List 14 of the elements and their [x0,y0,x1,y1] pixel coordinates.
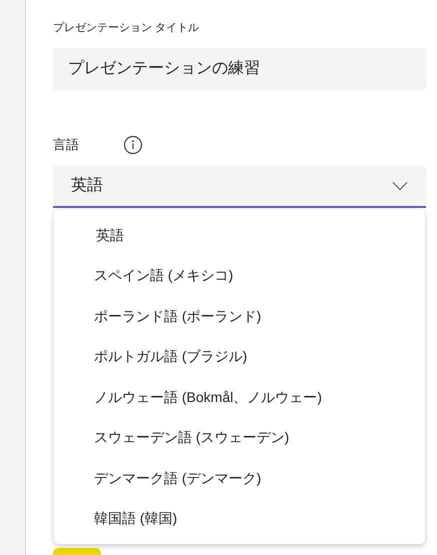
language-option[interactable]: デンマーク語 (デンマーク) [54,458,425,498]
info-icon[interactable] [123,134,143,154]
field-label: 言語 [53,136,79,154]
language-option[interactable]: スウェーデン語 (スウェーデン) [54,418,425,458]
field-label: プレゼンテーション タイトル [53,20,200,36]
title-input-field[interactable]: プレゼンテーションの練習 [53,48,426,90]
language-option[interactable]: 英語 [54,215,425,256]
language-option[interactable]: スペイン語 (メキシコ) [54,256,425,296]
language-option[interactable]: ポルトガル語 (ブラジル) [54,336,425,377]
language-option[interactable]: 韓国語 (韓国) [54,498,425,539]
language-option[interactable]: ノルウェー語 (Bokmål、ノルウェー) [54,377,425,418]
chevron-icon [392,180,408,190]
language-option[interactable]: ポーランド語 (ポーランド) [54,296,425,336]
language-dropdown[interactable]: 英語 [53,166,426,208]
